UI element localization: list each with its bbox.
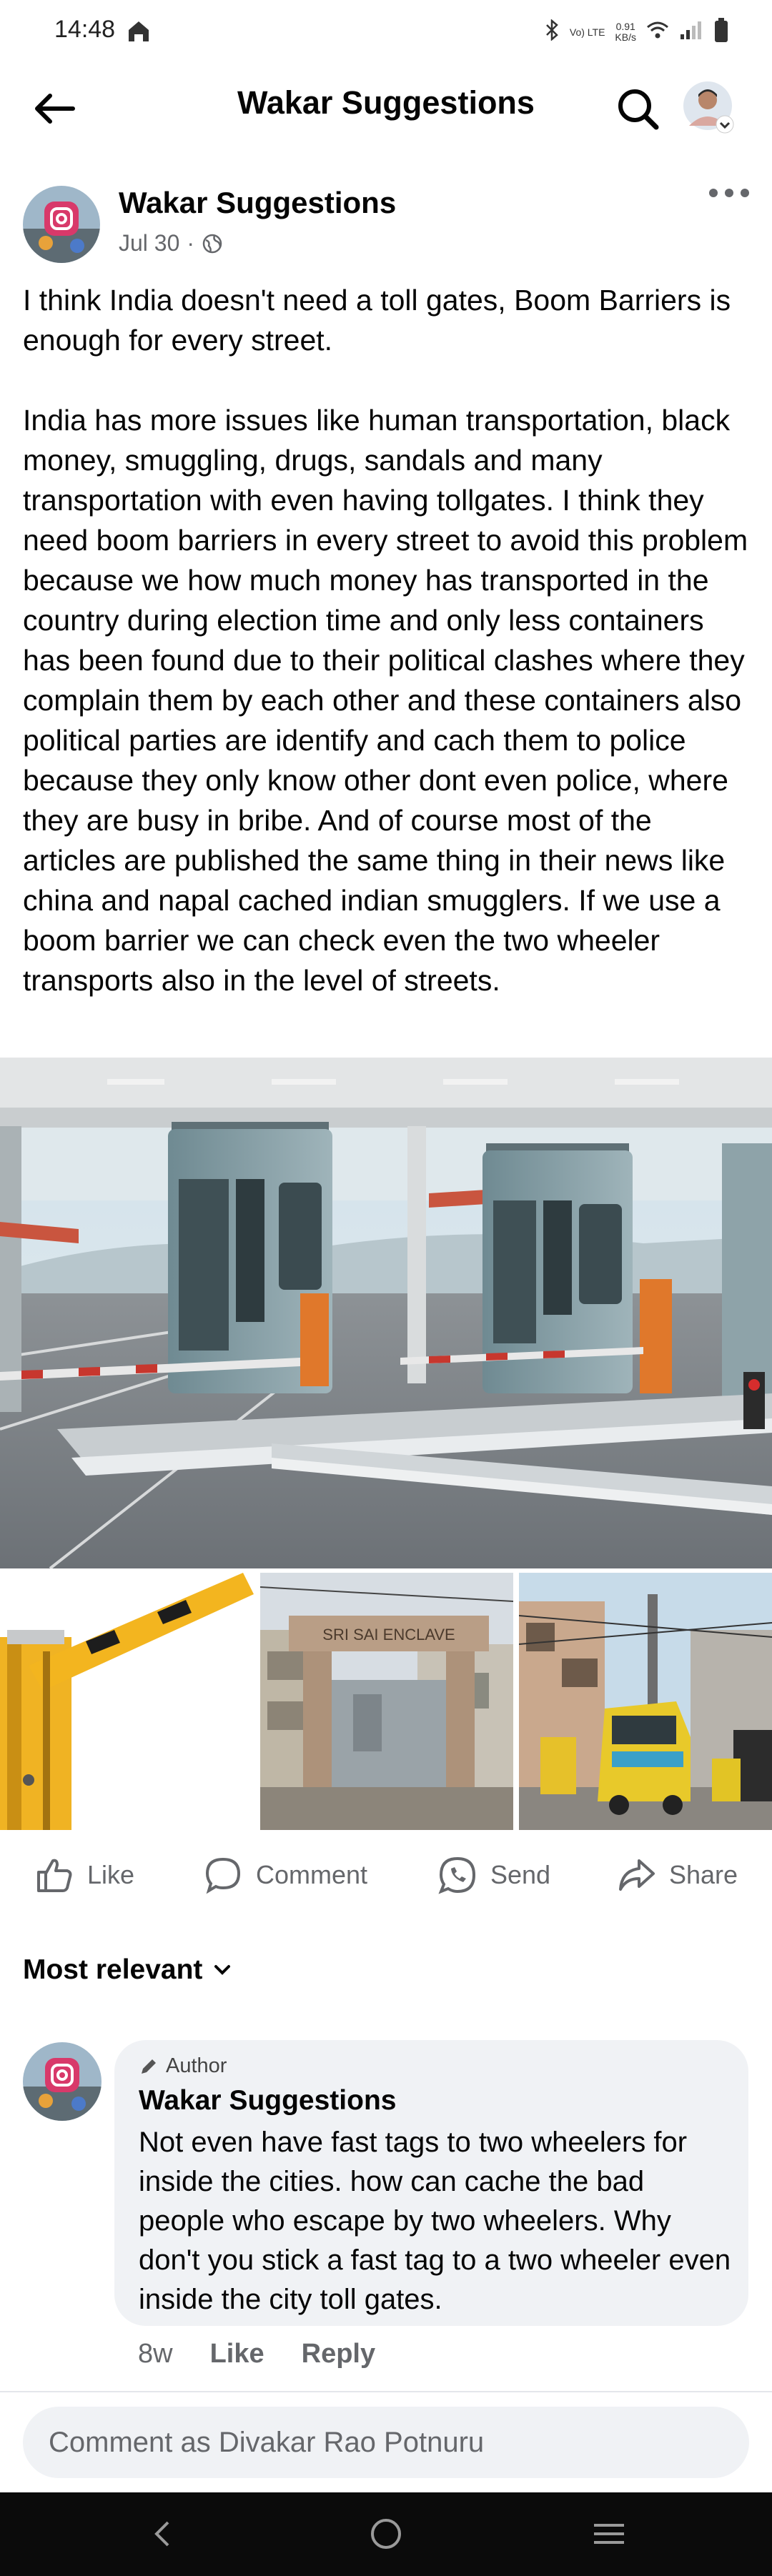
post-photo-street-auto[interactable] — [519, 1573, 772, 1830]
app-header: Wakar Suggestions — [0, 64, 772, 146]
share-arrow-icon — [619, 1859, 655, 1891]
network-speed-value: 0.91 — [615, 21, 635, 32]
thumbs-up-icon — [37, 1859, 72, 1892]
post-photo-colony-gate[interactable]: SRI SAI ENCLAVE — [260, 1573, 513, 1830]
comment-bubble-icon — [205, 1857, 241, 1894]
author-badge-label: Author — [166, 2054, 227, 2077]
comment-bubble: Author Wakar Suggestions Not even have f… — [114, 2040, 748, 2326]
status-bar: 14:48 Vo) LTE 0.91 KB/s — [0, 0, 772, 64]
status-time: 14:48 — [54, 16, 116, 43]
nav-back-icon — [154, 2521, 169, 2547]
nav-home-icon — [371, 2519, 401, 2549]
more-horizontal-icon — [709, 189, 749, 197]
nav-recents-button[interactable] — [580, 2511, 638, 2557]
profile-avatar-button[interactable] — [682, 80, 736, 134]
chevron-down-icon — [214, 1965, 231, 1975]
network-speed: 0.91 KB/s — [615, 21, 636, 43]
battery-icon — [713, 17, 729, 47]
search-icon — [618, 89, 659, 130]
page-avatar[interactable] — [23, 186, 100, 263]
comment-button[interactable]: Comment — [203, 1854, 367, 1896]
share-button[interactable]: Share — [616, 1854, 738, 1896]
post-meta: Jul 30 · — [119, 230, 223, 257]
signal-icon — [679, 20, 703, 44]
comment-reply-button[interactable]: Reply — [302, 2339, 375, 2369]
network-speed-unit: KB/s — [615, 31, 636, 43]
pencil-icon — [142, 2059, 156, 2074]
comment-text: Not even have fast tags to two wheelers … — [139, 2127, 731, 2315]
home-icon — [126, 19, 152, 46]
divider — [0, 2391, 772, 2392]
send-label: Send — [490, 1860, 551, 1889]
comment-input-placeholder: Comment as Divakar Rao Potnuru — [49, 2426, 485, 2458]
post-photo-toll-plaza[interactable] — [0, 1058, 772, 1568]
globe-icon — [202, 234, 222, 253]
nav-home-button[interactable] — [357, 2511, 415, 2557]
like-button[interactable]: Like — [34, 1854, 134, 1896]
post-date[interactable]: Jul 30 — [119, 230, 179, 257]
comment-time: 8w — [138, 2339, 173, 2369]
author-badge: Author — [139, 2054, 227, 2078]
post-author-name[interactable]: Wakar Suggestions — [119, 186, 396, 220]
bluetooth-icon — [544, 19, 560, 45]
comment-actions: 8w Like Reply — [138, 2339, 375, 2369]
comment-author-name[interactable]: Wakar Suggestions — [139, 2085, 396, 2117]
whatsapp-icon — [438, 1856, 476, 1894]
share-label: Share — [669, 1860, 738, 1889]
comment-input[interactable]: Comment as Divakar Rao Potnuru — [23, 2407, 749, 2478]
post-photo-boom-barrier[interactable] — [0, 1573, 254, 1830]
wifi-icon — [646, 21, 669, 44]
profile-avatar — [683, 81, 734, 134]
post-header: Wakar Suggestions Jul 30 · — [0, 179, 772, 272]
nav-recents-icon — [594, 2524, 624, 2544]
sort-label: Most relevant — [23, 1954, 203, 1985]
system-nav-bar — [0, 2492, 772, 2576]
comment-label: Comment — [256, 1860, 368, 1889]
meta-separator: · — [187, 230, 195, 256]
nav-back-button[interactable] — [133, 2511, 190, 2557]
network-label: Vo) LTE — [569, 26, 605, 38]
more-options-button[interactable] — [708, 186, 758, 222]
gate-sign-text: SRI SAI ENCLAVE — [322, 1626, 455, 1643]
status-icons: Vo) LTE 0.91 KB/s — [544, 17, 729, 47]
post-text: I think India doesn't need a toll gates,… — [23, 284, 748, 997]
search-button[interactable] — [609, 80, 666, 137]
send-button[interactable]: Send — [437, 1854, 550, 1896]
like-label: Like — [87, 1860, 135, 1889]
post-actions-bar: Like Comment Send Share — [0, 1844, 772, 1906]
comment-sort-dropdown[interactable]: Most relevant — [23, 1954, 231, 1986]
commenter-avatar[interactable] — [23, 2042, 102, 2121]
comment-like-button[interactable]: Like — [210, 2339, 264, 2369]
